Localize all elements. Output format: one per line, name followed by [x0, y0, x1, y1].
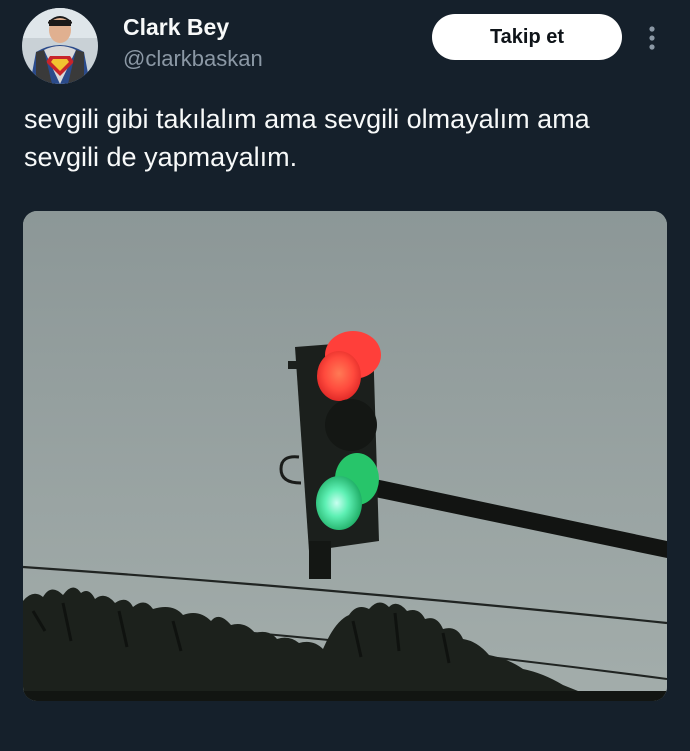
tweet-text: sevgili gibi takılalım ama sevgili olmay… — [24, 104, 590, 172]
tweet-header: Clark Bey @clarkbaskan Takip et — [0, 0, 690, 90]
more-options-button[interactable] — [640, 22, 664, 54]
author-avatar[interactable] — [22, 8, 98, 84]
author-name[interactable]: Clark Bey — [123, 14, 229, 41]
vertical-ellipsis-icon — [649, 26, 655, 50]
follow-button[interactable]: Takip et — [432, 14, 622, 60]
tweet-photo[interactable] — [23, 211, 667, 701]
traffic-light-icon — [23, 211, 667, 701]
superman-avatar-icon — [22, 8, 98, 84]
author-handle[interactable]: @clarkbaskan — [123, 46, 263, 72]
